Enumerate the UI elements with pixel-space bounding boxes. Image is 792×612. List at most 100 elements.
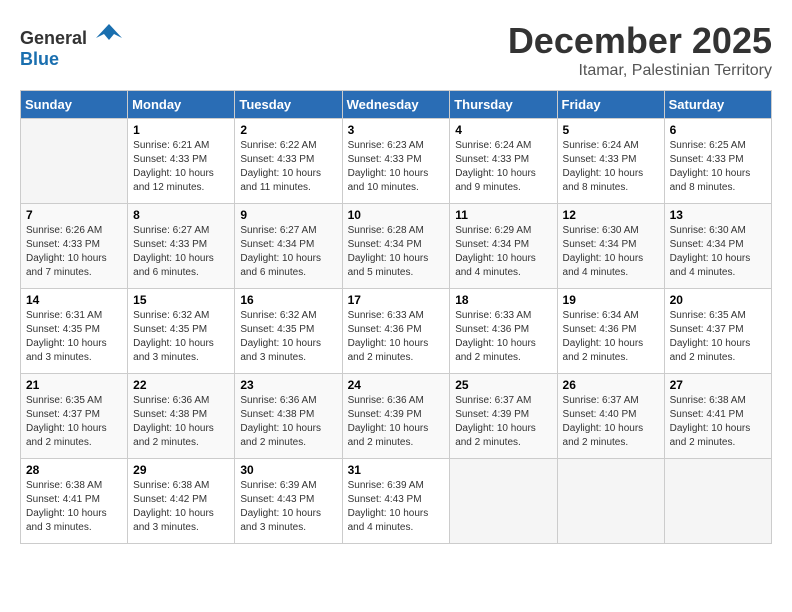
calendar-cell: 14 Sunrise: 6:31 AM Sunset: 4:35 PM Dayli… (21, 289, 128, 374)
calendar-cell: 30Sunrise: 6:39 AM Sunset: 4:43 PM Dayli… (235, 459, 342, 544)
logo-bird-icon (94, 20, 124, 44)
day-number: 10 (348, 208, 445, 222)
calendar-cell: 22 Sunrise: 6:36 AM Sunset: 4:38 PM Dayli… (128, 374, 235, 459)
day-info: Sunrise: 6:39 AM Sunset: 4:43 PM Dayligh… (348, 479, 445, 535)
column-header-wednesday: Wednesday (342, 91, 450, 119)
calendar-cell (21, 119, 128, 204)
day-info: Sunrise: 6:24 AM Sunset: 4:33 PM Dayligh… (455, 139, 551, 195)
calendar-header-row: SundayMondayTuesdayWednesdayThursdayFrid… (21, 91, 772, 119)
day-number: 15 (133, 293, 229, 307)
day-number: 22 (133, 378, 229, 392)
day-number: 29 (133, 463, 229, 477)
calendar-cell: 11Sunrise: 6:29 AM Sunset: 4:34 PM Dayli… (450, 204, 557, 289)
day-info: Sunrise: 6:37 AM Sunset: 4:39 PM Dayligh… (455, 394, 551, 450)
day-info: Sunrise: 6:24 AM Sunset: 4:33 PM Dayligh… (563, 139, 659, 195)
day-info: Sunrise: 6:31 AM Sunset: 4:35 PM Dayligh… (26, 309, 122, 365)
day-info: Sunrise: 6:25 AM Sunset: 4:33 PM Dayligh… (670, 139, 766, 195)
calendar-cell (664, 459, 771, 544)
day-number: 4 (455, 123, 551, 137)
day-number: 20 (670, 293, 766, 307)
calendar-week-row: 14 Sunrise: 6:31 AM Sunset: 4:35 PM Dayli… (21, 289, 772, 374)
day-number: 6 (670, 123, 766, 137)
logo: General Blue (20, 20, 124, 70)
day-number: 5 (563, 123, 659, 137)
day-info: Sunrise: 6:27 AM Sunset: 4:33 PM Dayligh… (133, 224, 229, 280)
day-info: Sunrise: 6:32 AM Sunset: 4:35 PM Dayligh… (133, 309, 229, 365)
calendar-cell: 7Sunrise: 6:26 AM Sunset: 4:33 PM Daylig… (21, 204, 128, 289)
day-info: Sunrise: 6:29 AM Sunset: 4:34 PM Dayligh… (455, 224, 551, 280)
calendar-cell (450, 459, 557, 544)
day-number: 24 (348, 378, 445, 392)
calendar-cell: 19Sunrise: 6:34 AM Sunset: 4:36 PM Dayli… (557, 289, 664, 374)
column-header-sunday: Sunday (21, 91, 128, 119)
calendar-cell: 16 Sunrise: 6:32 AM Sunset: 4:35 PM Dayli… (235, 289, 342, 374)
calendar-cell: 6 Sunrise: 6:25 AM Sunset: 4:33 PM Daylig… (664, 119, 771, 204)
calendar-cell: 13 Sunrise: 6:30 AM Sunset: 4:34 PM Dayli… (664, 204, 771, 289)
day-number: 1 (133, 123, 229, 137)
day-info: Sunrise: 6:38 AM Sunset: 4:42 PM Dayligh… (133, 479, 229, 535)
day-info: Sunrise: 6:39 AM Sunset: 4:43 PM Dayligh… (240, 479, 336, 535)
calendar-cell: 3Sunrise: 6:23 AM Sunset: 4:33 PM Daylig… (342, 119, 450, 204)
calendar-cell: 15 Sunrise: 6:32 AM Sunset: 4:35 PM Dayli… (128, 289, 235, 374)
calendar-cell: 18Sunrise: 6:33 AM Sunset: 4:36 PM Dayli… (450, 289, 557, 374)
day-number: 16 (240, 293, 336, 307)
day-info: Sunrise: 6:33 AM Sunset: 4:36 PM Dayligh… (455, 309, 551, 365)
calendar-cell: 20Sunrise: 6:35 AM Sunset: 4:37 PM Dayli… (664, 289, 771, 374)
day-info: Sunrise: 6:23 AM Sunset: 4:33 PM Dayligh… (348, 139, 445, 195)
column-header-saturday: Saturday (664, 91, 771, 119)
logo-text: General Blue (20, 20, 124, 70)
day-number: 2 (240, 123, 336, 137)
calendar-cell: 9 Sunrise: 6:27 AM Sunset: 4:34 PM Daylig… (235, 204, 342, 289)
day-info: Sunrise: 6:38 AM Sunset: 4:41 PM Dayligh… (26, 479, 122, 535)
day-number: 9 (240, 208, 336, 222)
calendar-cell: 31 Sunrise: 6:39 AM Sunset: 4:43 PM Dayli… (342, 459, 450, 544)
day-number: 27 (670, 378, 766, 392)
day-info: Sunrise: 6:22 AM Sunset: 4:33 PM Dayligh… (240, 139, 336, 195)
column-header-friday: Friday (557, 91, 664, 119)
day-number: 25 (455, 378, 551, 392)
calendar-cell: 2 Sunrise: 6:22 AM Sunset: 4:33 PM Daylig… (235, 119, 342, 204)
calendar-cell: 28 Sunrise: 6:38 AM Sunset: 4:41 PM Dayli… (21, 459, 128, 544)
calendar-week-row: 1 Sunrise: 6:21 AM Sunset: 4:33 PM Daylig… (21, 119, 772, 204)
day-info: Sunrise: 6:30 AM Sunset: 4:34 PM Dayligh… (670, 224, 766, 280)
day-number: 28 (26, 463, 122, 477)
logo-blue: Blue (20, 49, 59, 69)
title-block: December 2025 Itamar, Palestinian Territ… (508, 20, 772, 80)
calendar-cell: 10 Sunrise: 6:28 AM Sunset: 4:34 PM Dayli… (342, 204, 450, 289)
calendar-cell: 5 Sunrise: 6:24 AM Sunset: 4:33 PM Daylig… (557, 119, 664, 204)
day-info: Sunrise: 6:27 AM Sunset: 4:34 PM Dayligh… (240, 224, 336, 280)
day-number: 12 (563, 208, 659, 222)
day-info: Sunrise: 6:30 AM Sunset: 4:34 PM Dayligh… (563, 224, 659, 280)
day-number: 21 (26, 378, 122, 392)
column-header-thursday: Thursday (450, 91, 557, 119)
day-info: Sunrise: 6:34 AM Sunset: 4:36 PM Dayligh… (563, 309, 659, 365)
day-info: Sunrise: 6:35 AM Sunset: 4:37 PM Dayligh… (26, 394, 122, 450)
day-number: 26 (563, 378, 659, 392)
column-header-tuesday: Tuesday (235, 91, 342, 119)
day-info: Sunrise: 6:36 AM Sunset: 4:38 PM Dayligh… (240, 394, 336, 450)
day-number: 23 (240, 378, 336, 392)
calendar-cell: 21 Sunrise: 6:35 AM Sunset: 4:37 PM Dayli… (21, 374, 128, 459)
day-info: Sunrise: 6:28 AM Sunset: 4:34 PM Dayligh… (348, 224, 445, 280)
calendar-cell: 27 Sunrise: 6:38 AM Sunset: 4:41 PM Dayli… (664, 374, 771, 459)
day-number: 7 (26, 208, 122, 222)
day-info: Sunrise: 6:32 AM Sunset: 4:35 PM Dayligh… (240, 309, 336, 365)
calendar-cell: 4 Sunrise: 6:24 AM Sunset: 4:33 PM Daylig… (450, 119, 557, 204)
day-info: Sunrise: 6:21 AM Sunset: 4:33 PM Dayligh… (133, 139, 229, 195)
day-number: 13 (670, 208, 766, 222)
location-subtitle: Itamar, Palestinian Territory (508, 62, 772, 80)
day-number: 14 (26, 293, 122, 307)
calendar-cell: 24 Sunrise: 6:36 AM Sunset: 4:39 PM Dayli… (342, 374, 450, 459)
page-header: General Blue December 2025 Itamar, Pales… (20, 20, 772, 80)
calendar-cell: 1 Sunrise: 6:21 AM Sunset: 4:33 PM Daylig… (128, 119, 235, 204)
calendar-week-row: 7Sunrise: 6:26 AM Sunset: 4:33 PM Daylig… (21, 204, 772, 289)
calendar-week-row: 28 Sunrise: 6:38 AM Sunset: 4:41 PM Dayli… (21, 459, 772, 544)
day-info: Sunrise: 6:36 AM Sunset: 4:38 PM Dayligh… (133, 394, 229, 450)
day-info: Sunrise: 6:36 AM Sunset: 4:39 PM Dayligh… (348, 394, 445, 450)
month-year-title: December 2025 (508, 20, 772, 62)
calendar-cell: 26Sunrise: 6:37 AM Sunset: 4:40 PM Dayli… (557, 374, 664, 459)
calendar-table: SundayMondayTuesdayWednesdayThursdayFrid… (20, 90, 772, 544)
day-info: Sunrise: 6:38 AM Sunset: 4:41 PM Dayligh… (670, 394, 766, 450)
day-number: 8 (133, 208, 229, 222)
day-number: 31 (348, 463, 445, 477)
